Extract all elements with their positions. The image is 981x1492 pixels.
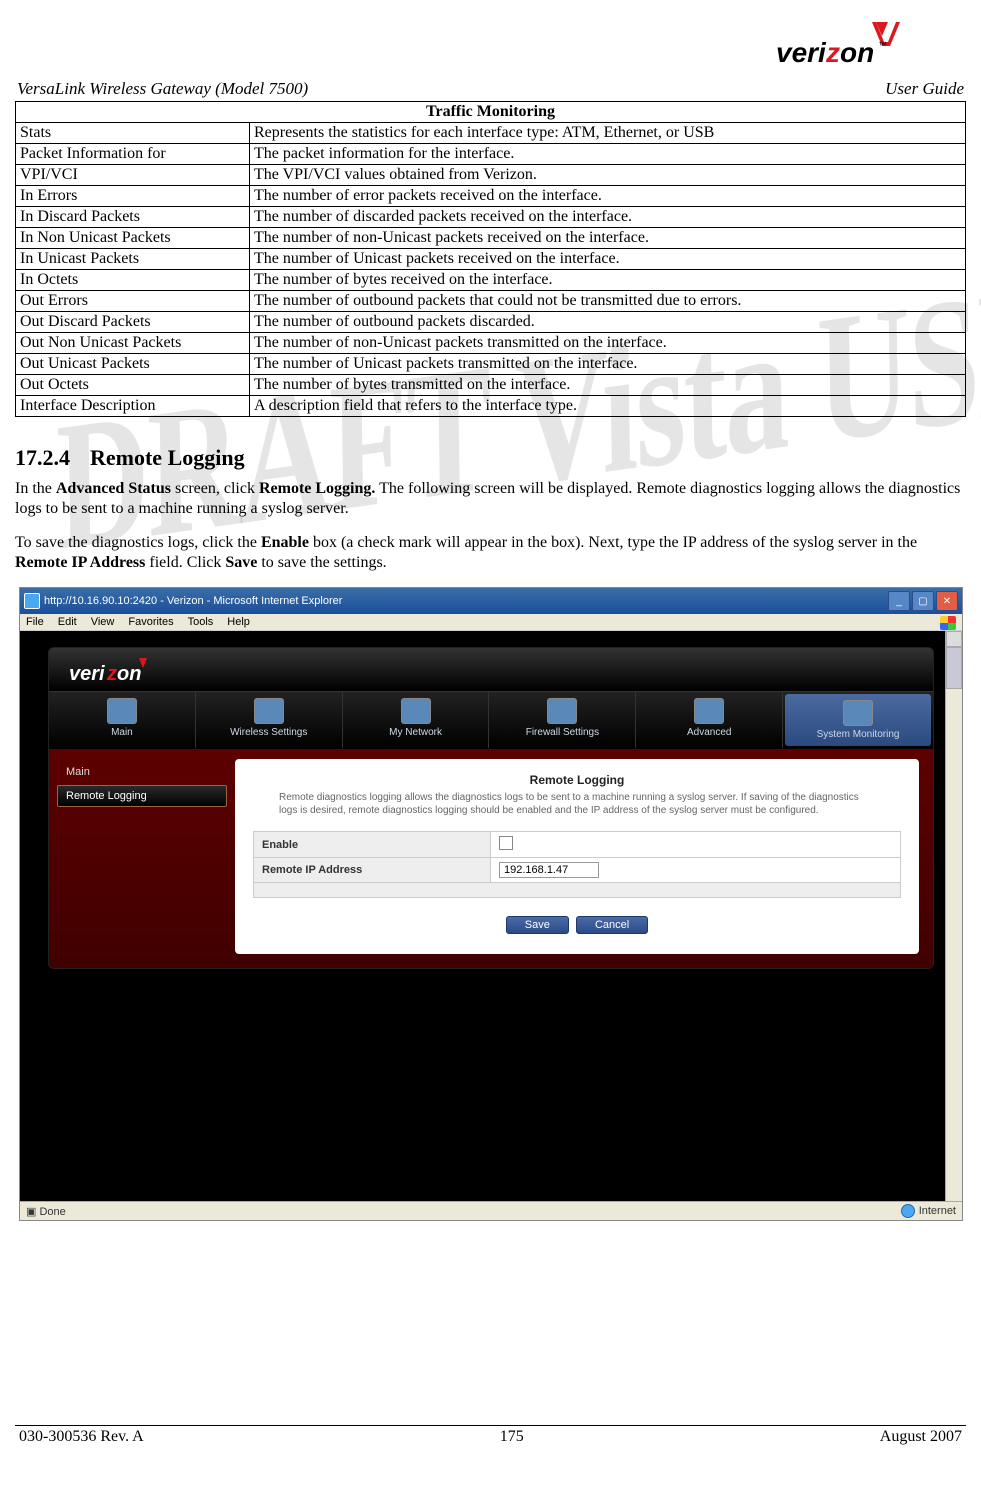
footer-page: 175 — [500, 1428, 524, 1446]
wireless-icon — [254, 698, 284, 724]
gateway-ui: veri z on Main Wireless Settings My Netw… — [48, 647, 934, 969]
paragraph-1: In the Advanced Status screen, click Rem… — [15, 479, 966, 519]
table-row: VPI/VCIThe VPI/VCI values obtained from … — [16, 165, 966, 186]
table-row: In Discard PacketsThe number of discarde… — [16, 207, 966, 228]
doc-type: User Guide — [885, 79, 964, 99]
minimize-button[interactable]: _ — [888, 591, 910, 611]
section-heading: 17.2.4Remote Logging — [15, 445, 966, 471]
status-done-icon: ▣ — [26, 1206, 36, 1218]
browser-menubar: File Edit View Favorites Tools Help — [20, 614, 962, 631]
status-left: Done — [39, 1206, 65, 1218]
svg-text:z: z — [106, 663, 117, 684]
maximize-button[interactable]: ▢ — [912, 591, 934, 611]
traffic-monitoring-table: Traffic Monitoring StatsRepresents the s… — [15, 101, 966, 417]
table-row: Out Unicast PacketsThe number of Unicast… — [16, 354, 966, 375]
menu-view[interactable]: View — [91, 616, 115, 628]
tab-network[interactable]: My Network — [343, 692, 490, 748]
tab-firewall[interactable]: Firewall Settings — [489, 692, 636, 748]
save-button[interactable]: Save — [506, 916, 569, 934]
table-row: Out Discard PacketsThe number of outboun… — [16, 312, 966, 333]
footer-right: August 2007 — [880, 1428, 962, 1446]
table-row: In ErrorsThe number of error packets rec… — [16, 186, 966, 207]
monitoring-icon — [843, 700, 873, 726]
tab-advanced[interactable]: Advanced — [636, 692, 783, 748]
tab-main[interactable]: Main — [49, 692, 196, 748]
menu-file[interactable]: File — [26, 616, 44, 628]
tab-wireless[interactable]: Wireless Settings — [196, 692, 343, 748]
panel-title: Remote Logging — [253, 773, 901, 787]
form-table: Enable Remote IP Address 192.168.1.47 — [253, 831, 901, 898]
svg-text:on: on — [117, 663, 141, 684]
browser-statusbar: ▣ Done Internet — [20, 1201, 962, 1220]
page-footer: 030-300536 Rev. A 175 August 2007 — [15, 1425, 966, 1446]
scrollbar-vertical[interactable] — [945, 631, 962, 1201]
remote-ip-label: Remote IP Address — [254, 858, 491, 883]
menu-favorites[interactable]: Favorites — [128, 616, 173, 628]
table-title: Traffic Monitoring — [16, 102, 966, 123]
table-row: In Unicast PacketsThe number of Unicast … — [16, 249, 966, 270]
menu-tools[interactable]: Tools — [188, 616, 214, 628]
status-right: Internet — [919, 1205, 956, 1217]
table-row: In OctetsThe number of bytes received on… — [16, 270, 966, 291]
window-title: http://10.16.90.10:2420 - Verizon - Micr… — [44, 595, 342, 607]
internet-zone-icon — [901, 1204, 915, 1218]
browser-screenshot: http://10.16.90.10:2420 - Verizon - Micr… — [19, 587, 963, 1221]
product-name: VersaLink Wireless Gateway (Model 7500) — [17, 79, 308, 99]
advanced-icon — [694, 698, 724, 724]
svg-text:on: on — [840, 37, 874, 68]
footer-left: 030-300536 Rev. A — [19, 1428, 144, 1446]
firewall-icon — [547, 698, 577, 724]
table-row: Out ErrorsThe number of outbound packets… — [16, 291, 966, 312]
enable-label: Enable — [254, 832, 491, 858]
menu-edit[interactable]: Edit — [58, 616, 77, 628]
table-row: Packet Information forThe packet informa… — [16, 144, 966, 165]
table-row: Out Non Unicast PacketsThe number of non… — [16, 333, 966, 354]
enable-checkbox[interactable] — [499, 836, 513, 850]
verizon-logo-header: veri z on ™ — [15, 20, 966, 79]
window-titlebar: http://10.16.90.10:2420 - Verizon - Micr… — [20, 588, 962, 614]
sidebar-item-main[interactable]: Main — [57, 761, 227, 783]
main-panel: Remote Logging Remote diagnostics loggin… — [235, 759, 919, 954]
svg-text:z: z — [825, 37, 840, 68]
panel-description: Remote diagnostics logging allows the di… — [279, 791, 875, 817]
svg-text:veri: veri — [776, 37, 827, 68]
table-row: In Non Unicast PacketsThe number of non-… — [16, 228, 966, 249]
ie-icon — [24, 593, 40, 609]
svg-text:veri: veri — [69, 663, 105, 684]
table-row: Interface DescriptionA description field… — [16, 396, 966, 417]
windows-flag-icon — [940, 616, 956, 630]
main-icon — [107, 698, 137, 724]
close-button[interactable]: ✕ — [936, 591, 958, 611]
tab-system-monitoring[interactable]: System Monitoring — [785, 694, 931, 746]
table-row: Out OctetsThe number of bytes transmitte… — [16, 375, 966, 396]
cancel-button[interactable]: Cancel — [576, 916, 648, 934]
network-icon — [401, 698, 431, 724]
remote-ip-input[interactable]: 192.168.1.47 — [499, 862, 599, 878]
gateway-nav: Main Wireless Settings My Network Firewa… — [49, 691, 933, 749]
svg-text:™: ™ — [878, 40, 887, 50]
paragraph-2: To save the diagnostics logs, click the … — [15, 533, 966, 573]
gateway-brandbar: veri z on — [49, 648, 933, 691]
menu-help[interactable]: Help — [227, 616, 250, 628]
table-row: StatsRepresents the statistics for each … — [16, 123, 966, 144]
sidebar: Main Remote Logging — [49, 749, 235, 968]
sidebar-item-remote-logging[interactable]: Remote Logging — [57, 785, 227, 807]
